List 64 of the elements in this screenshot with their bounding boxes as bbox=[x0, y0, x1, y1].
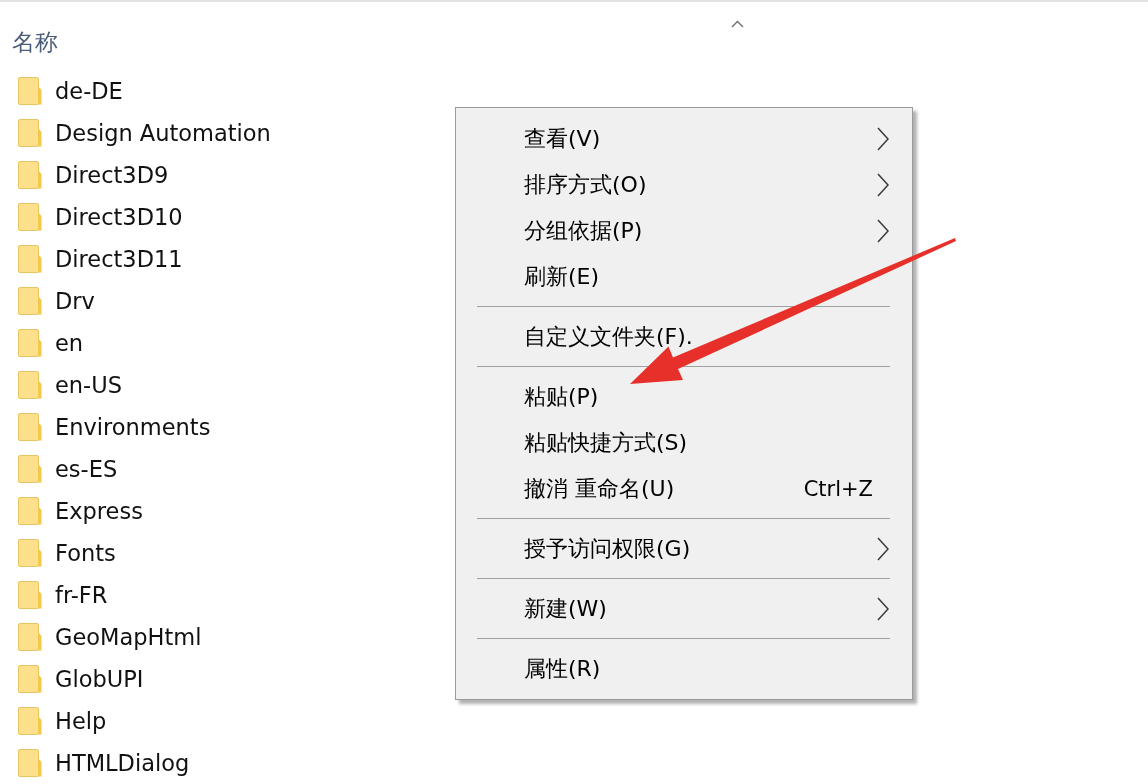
folder-item[interactable]: GeoMapHtml bbox=[18, 616, 202, 658]
folder-icon bbox=[18, 413, 42, 441]
menu-item[interactable]: 自定义文件夹(F). bbox=[456, 314, 912, 360]
shortcut-text: Ctrl+Z bbox=[803, 477, 873, 501]
folder-icon bbox=[18, 245, 42, 273]
folder-name: Design Automation bbox=[55, 120, 271, 146]
folder-icon bbox=[18, 161, 42, 189]
folder-item[interactable]: de-DE bbox=[18, 70, 123, 112]
folder-name: Direct3D10 bbox=[55, 204, 183, 230]
folder-item[interactable]: en-US bbox=[18, 364, 122, 406]
folder-icon bbox=[18, 329, 42, 357]
folder-icon bbox=[18, 119, 42, 147]
folder-name: Fonts bbox=[55, 540, 116, 566]
menu-item[interactable]: 授予访问权限(G) bbox=[456, 526, 912, 572]
folder-name: en bbox=[55, 330, 84, 356]
menu-item[interactable]: 粘贴(P) bbox=[456, 374, 912, 420]
menu-item[interactable]: 属性(R) bbox=[456, 646, 912, 692]
folder-icon bbox=[18, 581, 42, 609]
folder-item[interactable]: Fonts bbox=[18, 532, 116, 574]
folder-icon bbox=[18, 455, 42, 483]
folder-name: Direct3D11 bbox=[55, 246, 183, 272]
folder-icon bbox=[18, 665, 42, 693]
menu-item[interactable]: 新建(W) bbox=[456, 586, 912, 632]
folder-name: fr-FR bbox=[55, 582, 108, 608]
folder-icon bbox=[18, 749, 42, 777]
folder-icon bbox=[18, 539, 42, 567]
folder-name: de-DE bbox=[55, 78, 123, 104]
folder-name: Environments bbox=[55, 414, 211, 440]
folder-icon bbox=[18, 497, 42, 525]
menu-item[interactable]: 排序方式(O) bbox=[456, 162, 912, 208]
folder-item[interactable]: Direct3D9 bbox=[18, 154, 169, 196]
folder-name: GeoMapHtml bbox=[55, 624, 202, 650]
folder-item[interactable]: Help bbox=[18, 700, 107, 742]
menu-item[interactable]: 刷新(E) bbox=[456, 254, 912, 300]
folder-name: Drv bbox=[55, 288, 95, 314]
folder-item[interactable]: en bbox=[18, 322, 84, 364]
folder-name: HTMLDialog bbox=[55, 750, 190, 776]
menu-item[interactable]: 粘贴快捷方式(S) bbox=[456, 420, 912, 466]
folder-item[interactable]: Environments bbox=[18, 406, 211, 448]
menu-item[interactable]: 撤消 重命名(U) Ctrl+Z bbox=[456, 466, 912, 512]
folder-item[interactable]: fr-FR bbox=[18, 574, 108, 616]
menu-item[interactable]: 查看(V) bbox=[456, 116, 912, 162]
folder-icon bbox=[18, 77, 42, 105]
folder-icon bbox=[18, 371, 42, 399]
folder-icon bbox=[18, 623, 42, 651]
folder-item[interactable]: Direct3D10 bbox=[18, 196, 183, 238]
folder-item[interactable]: Direct3D11 bbox=[18, 238, 183, 280]
folder-icon bbox=[18, 707, 42, 735]
folder-name: Express bbox=[55, 498, 143, 524]
folder-name: en-US bbox=[55, 372, 122, 398]
folder-icon bbox=[18, 203, 42, 231]
folder-item[interactable]: GlobUPI bbox=[18, 658, 144, 700]
folder-item[interactable]: Design Automation bbox=[18, 112, 271, 154]
folder-item[interactable]: HTMLDialog bbox=[18, 742, 190, 784]
folder-item[interactable]: es-ES bbox=[18, 448, 118, 490]
folder-name: Direct3D9 bbox=[55, 162, 169, 188]
folder-item[interactable]: Express bbox=[18, 490, 143, 532]
name-column-header[interactable]: 名称 bbox=[12, 28, 58, 56]
folder-name: GlobUPI bbox=[55, 666, 144, 692]
folder-icon bbox=[18, 287, 42, 315]
folder-name: Help bbox=[55, 708, 107, 734]
menu-item[interactable]: 分组依据(P) bbox=[456, 208, 912, 254]
folder-item[interactable]: Drv bbox=[18, 280, 95, 322]
folder-name: es-ES bbox=[55, 456, 118, 482]
